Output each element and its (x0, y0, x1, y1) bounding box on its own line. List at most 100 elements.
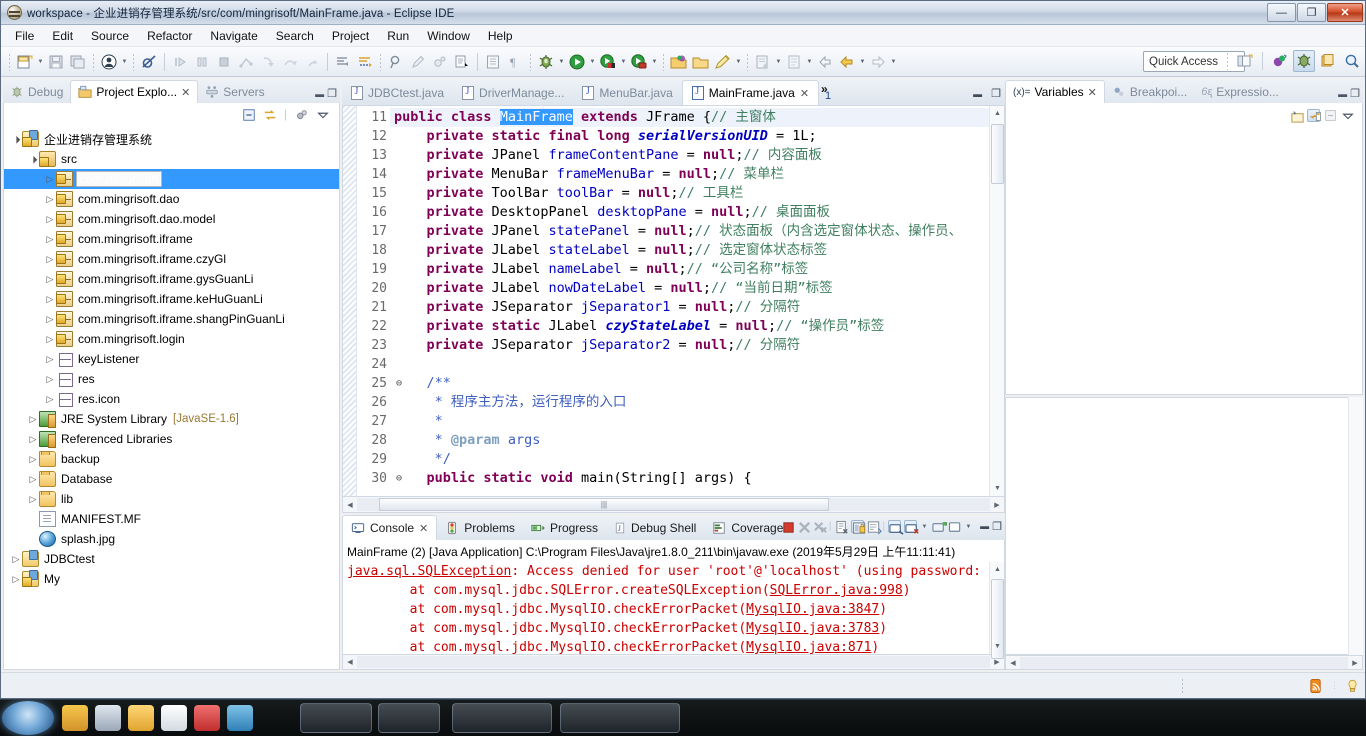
scroll-down-icon[interactable]: ▼ (990, 481, 1005, 496)
console-tab[interactable]: Problems (437, 516, 523, 540)
tree-item[interactable]: MANIFEST.MF (4, 509, 339, 529)
maximize-view-button[interactable]: ❐ (1350, 87, 1360, 100)
suspend-icon[interactable] (191, 51, 213, 73)
debug-icon[interactable] (535, 51, 557, 73)
code-line[interactable]: private DesktopPanel desktopPane = null;… (390, 203, 989, 222)
terminate-icon[interactable] (213, 51, 235, 73)
editor-tab[interactable]: DriverManage... (453, 81, 573, 105)
java-editor[interactable]: 11 12 13 14 15 16 17 18 19 20 21 22 23 24 25 26 27 28 29 30… (342, 105, 1005, 497)
open-perspective-icon[interactable] (1234, 50, 1256, 72)
tree-item[interactable]: JRE System Library [JavaSE-1.6] (4, 409, 339, 429)
tree-expand-arrow-icon[interactable] (44, 214, 56, 225)
perspective-java-icon[interactable] (1317, 50, 1339, 72)
show-source-icon[interactable] (482, 51, 504, 73)
scroll-thumb[interactable] (991, 124, 1004, 184)
tree-expand-arrow-icon[interactable] (27, 434, 39, 445)
tree-expand-arrow-icon[interactable] (44, 274, 56, 285)
tree-item[interactable]: backup (4, 449, 339, 469)
tree-expand-arrow-icon[interactable] (27, 494, 39, 505)
restore-button[interactable]: ❐ (1297, 3, 1326, 22)
statusbar-drag-handle[interactable] (1181, 677, 1184, 694)
editor-vertical-scrollbar[interactable]: ▲ ▼ (989, 106, 1004, 496)
tree-expand-arrow-icon[interactable] (10, 574, 22, 585)
taskbar-icon-4[interactable] (161, 705, 187, 731)
perspective-java-browsing-icon[interactable] (1341, 50, 1363, 72)
maximize-view-button[interactable]: ❐ (991, 87, 1001, 100)
annotation-dropdown-icon[interactable] (734, 51, 743, 73)
code-line[interactable]: private static final long serialVersionU… (390, 127, 989, 146)
detail-scroll-left-icon[interactable]: ◀ (1006, 659, 1020, 667)
tree-expand-arrow-icon[interactable] (27, 414, 39, 425)
pencil-icon[interactable] (407, 51, 429, 73)
console-scroll-right-icon[interactable]: ▶ (990, 658, 1004, 666)
hscroll-thumb[interactable]: ||| (379, 498, 829, 511)
code-line[interactable]: public class MainFrame extends JFrame {/… (390, 108, 989, 127)
next-annotation-icon[interactable] (814, 51, 836, 73)
editor-tab[interactable]: MenuBar.java (573, 81, 681, 105)
console-stack-link[interactable]: SQLError.java:998 (770, 583, 903, 598)
previous-annotation-icon[interactable] (783, 51, 805, 73)
code-line[interactable]: private JLabel nowDateLabel = null;// “当… (390, 279, 989, 298)
menu-project[interactable]: Project (324, 27, 377, 45)
tree-expand-arrow-icon[interactable] (10, 135, 22, 144)
code-line[interactable]: private MenuBar frameMenuBar = null;// 菜… (390, 165, 989, 184)
tab-expressions[interactable]: 6ᶓ Expressio... (1194, 81, 1286, 103)
clear-console-icon[interactable] (835, 520, 848, 534)
tree-item[interactable]: JDBCtest (4, 549, 339, 569)
tab-breakpoints[interactable]: Breakpoi... (1105, 81, 1194, 103)
code-line[interactable]: * 程序主方法，运行程序的入口 (390, 393, 989, 412)
toolbar-drag-handle-2[interactable] (92, 52, 95, 71)
tree-item[interactable]: com.mingrisoft (4, 169, 339, 189)
step-over-icon[interactable] (279, 51, 301, 73)
console-tab[interactable]: Coverage (704, 516, 791, 540)
console-dropdown-icon[interactable] (964, 515, 973, 537)
tree-item[interactable]: splash.jpg (4, 529, 339, 549)
taskbar-window-eclipse[interactable] (300, 703, 372, 733)
tree-item[interactable]: com.mingrisoft.iframe (4, 229, 339, 249)
minimize-view-button[interactable]: ▬ (980, 521, 989, 531)
variables-table[interactable] (1005, 127, 1363, 395)
menu-run[interactable]: Run (379, 27, 417, 45)
editor-horizontal-scrollbar[interactable]: ◀ ||| ▶ (342, 497, 1005, 513)
tree-item[interactable]: com.mingrisoft.iframe.keHuGuanLi (4, 289, 339, 309)
taskbar-icon-6[interactable] (227, 705, 253, 731)
close-icon[interactable]: ✕ (181, 86, 190, 99)
save-icon[interactable] (45, 51, 67, 73)
taskbar-icon-5[interactable] (194, 705, 220, 731)
variables-collapse-icon[interactable] (1324, 109, 1337, 122)
code-line[interactable]: /** (390, 374, 989, 393)
minimize-button[interactable]: — (1267, 3, 1296, 22)
console-output[interactable]: java.sql.SQLException: Access denied for… (343, 562, 989, 654)
minimize-view-button[interactable]: ▬ (1338, 89, 1347, 99)
tree-expand-arrow-icon[interactable] (44, 374, 56, 385)
console-dropdown-icon[interactable] (920, 515, 929, 537)
detail-scroll-right-icon[interactable]: ▶ (1348, 659, 1362, 667)
taskbar-icon-3[interactable] (128, 705, 154, 731)
view-menu-icon[interactable] (316, 108, 329, 121)
code-line[interactable]: private JPanel frameContentPane = null;/… (390, 146, 989, 165)
new-element-icon[interactable] (451, 51, 473, 73)
code-line[interactable]: public static void main(String[] args) { (390, 469, 989, 488)
variables-detail-hscrollbar[interactable]: ◀ ▶ (1005, 655, 1363, 670)
user-account-icon[interactable] (98, 51, 120, 73)
tree-item[interactable]: res.icon (4, 389, 339, 409)
tree-item[interactable]: My (4, 569, 339, 589)
menu-source[interactable]: Source (83, 27, 137, 45)
console-vertical-scrollbar[interactable]: ▲ ▼ (989, 562, 1004, 659)
run-as-server-dropdown-icon[interactable] (619, 51, 628, 73)
save-all-icon[interactable] (67, 51, 89, 73)
back-dropdown-icon[interactable] (858, 51, 867, 73)
perspective-drag-handle[interactable] (1226, 52, 1229, 70)
coverage-icon[interactable] (628, 51, 650, 73)
menu-help[interactable]: Help (480, 27, 521, 45)
new-wizard-icon[interactable] (14, 51, 36, 73)
tab-servers[interactable]: Servers (198, 81, 271, 103)
forward-navigation-icon[interactable] (867, 51, 889, 73)
close-button[interactable]: ✕ (1327, 3, 1363, 22)
user-account-dropdown-icon[interactable] (120, 51, 129, 73)
terminate-icon[interactable] (781, 520, 794, 533)
pin-console-icon[interactable] (888, 519, 904, 535)
step-into-icon[interactable] (257, 51, 279, 73)
tree-expand-arrow-icon[interactable] (27, 155, 39, 164)
code-line[interactable]: * (390, 412, 989, 431)
